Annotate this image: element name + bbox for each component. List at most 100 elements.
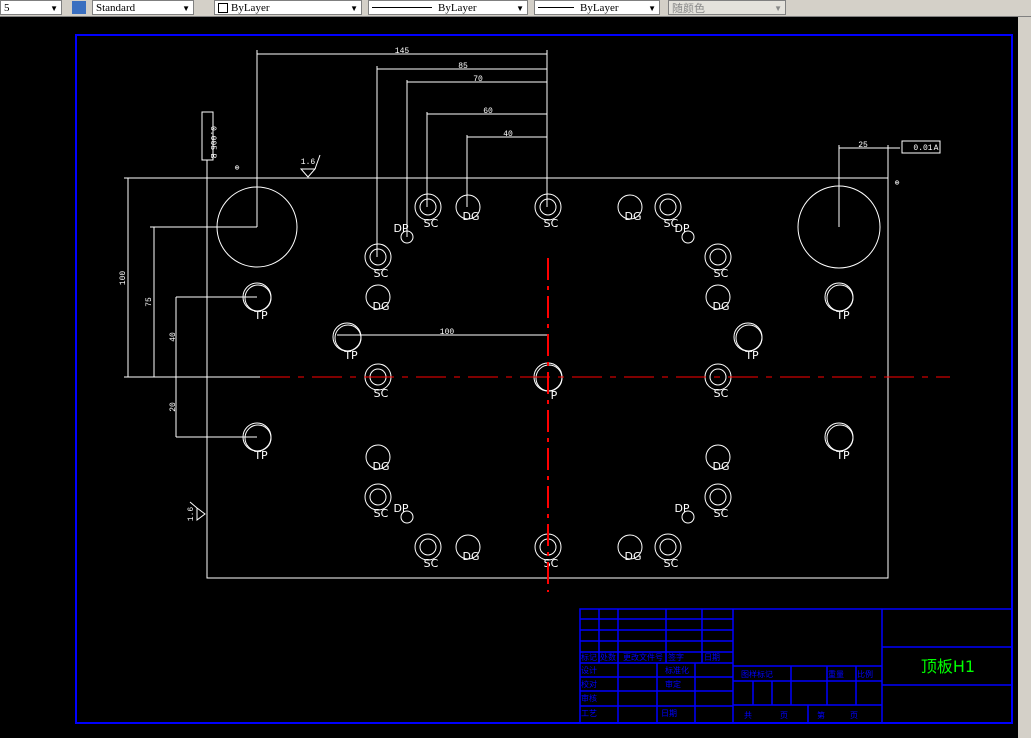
hole-tp: TP [824,282,854,322]
hole-label: SC [714,267,729,280]
datum-symbol-icon: ⊕ [235,164,240,173]
hole-label: TP [343,349,358,362]
hole-sc: SC [414,533,442,570]
tb-date: 日期 [704,653,720,662]
tb-scale: 比例 [857,669,873,679]
hole-label: DG [463,210,480,223]
drawing-canvas[interactable]: 145 85 70 60 40 25 100 100 75 40 20 1.6 … [0,17,1018,738]
hole-label: TP [253,449,268,462]
tb-total: 共 [744,711,752,720]
hole-sc: SC [534,193,562,230]
hole-label: DP [393,222,408,235]
hole-label: DP [674,222,689,235]
hole-label: SC [374,267,389,280]
position-tolerance: 0.01 [913,144,932,153]
dim-25: 25 [858,141,868,150]
dim-70: 70 [473,75,483,84]
hole-label: TP [835,449,850,462]
hole-dg: DG [705,284,731,313]
hole-label: SC [664,557,679,570]
hole-label: DG [713,460,730,473]
dim-20: 20 [169,402,178,412]
tb-date2: 日期 [661,709,677,718]
color-dropdown[interactable]: ByLayer ▼ [214,0,362,15]
hole-tp: TP [733,322,763,362]
chevron-down-icon: ▼ [182,4,190,13]
hole-label: SC [424,217,439,230]
hole-sc: SC [364,483,392,520]
hole-dp: DP [393,222,414,244]
hole-dg: DG [617,194,643,223]
hole-dg: DG [365,444,391,473]
tb-sample-mark: 图样标记 [741,669,773,679]
dim-60: 60 [483,107,493,116]
hole-label: TP [253,309,268,322]
roughness-symbol-side: 1.6 [187,507,196,522]
dim-85: 85 [458,62,468,71]
vertical-scrollbar[interactable] [1018,17,1031,738]
tb-count: 处数 [600,652,616,662]
tb-audit: 审核 [581,693,597,703]
hole-label: DG [373,300,390,313]
hole-label: DG [373,460,390,473]
dim-40: 40 [503,130,513,139]
hole-tp: TP [242,282,272,322]
hole-dg: DG [455,534,481,563]
hole-dp: DP [393,502,414,524]
hole-dg: DG [705,444,731,473]
plate-geometry [124,50,941,579]
hole-sc: SC [364,243,392,280]
dim-75: 75 [145,297,154,307]
tb-page: 页 [780,711,788,720]
linetype-dropdown[interactable]: ByLayer ▼ [368,0,528,15]
hole-label: DG [463,550,480,563]
perpendicularity-tolerance: 0.005 [208,126,217,150]
hole-sc: SC [414,193,442,230]
datum-a: A [934,144,939,153]
hole-dg: DG [455,194,481,223]
linetype-preview [372,7,432,8]
hole-dg: DG [365,284,391,313]
hole-tp: TP [242,422,272,462]
text-style-dropdown[interactable]: Standard ▼ [92,0,194,15]
hole-label: DG [625,210,642,223]
dim-100-vertical: 100 [119,271,128,286]
datum-symbol-icon: ⊕ [895,179,900,188]
hole-label: TP [835,309,850,322]
hole-label: TP [744,349,759,362]
hole-tp: TP [332,322,362,362]
tb-page2: 页 [850,711,858,720]
hole-label: DP [393,502,408,515]
tb-process: 工艺 [581,709,597,718]
text-style-icon[interactable] [72,1,86,14]
plotstyle-dropdown[interactable]: 随颜色 ▼ [668,0,786,15]
tb-design: 设计 [581,665,597,675]
hole-sc: SC [704,483,732,520]
properties-toolbar: 5 ▼ Standard ▼ ByLayer ▼ ByLayer ▼ ByLayer ▼ … [0,0,1031,17]
hole-label: SC [544,217,559,230]
lineweight-preview [538,7,574,8]
hole-dp: DP [674,502,695,524]
dim-40-vertical: 40 [169,332,178,342]
datum-b: B [208,154,217,159]
tb-mark: 标记 [581,652,597,662]
roughness-symbol: 1.6 [301,158,316,167]
hole-sc: SC [654,533,682,570]
dim-100-horizontal: 100 [440,328,455,337]
dim-145: 145 [395,47,410,56]
hole-label: P [551,389,558,402]
hole-label: SC [714,507,729,520]
hole-label: SC [374,507,389,520]
chevron-down-icon: ▼ [50,4,58,13]
hole-dg: DG [617,534,643,563]
drawing-title: 顶板H1 [921,657,975,676]
hole-sc: SC [704,243,732,280]
lineweight-dropdown[interactable]: ByLayer ▼ [534,0,660,15]
hole-sc: SC [364,363,392,400]
hole-label: SC [544,557,559,570]
tb-weight: 重量 [828,669,844,679]
tb-review: 审定 [665,679,681,689]
hole-dp: DP [674,222,695,244]
layer-dropdown[interactable]: 5 ▼ [0,0,62,15]
hole-sc: SC [704,363,732,400]
